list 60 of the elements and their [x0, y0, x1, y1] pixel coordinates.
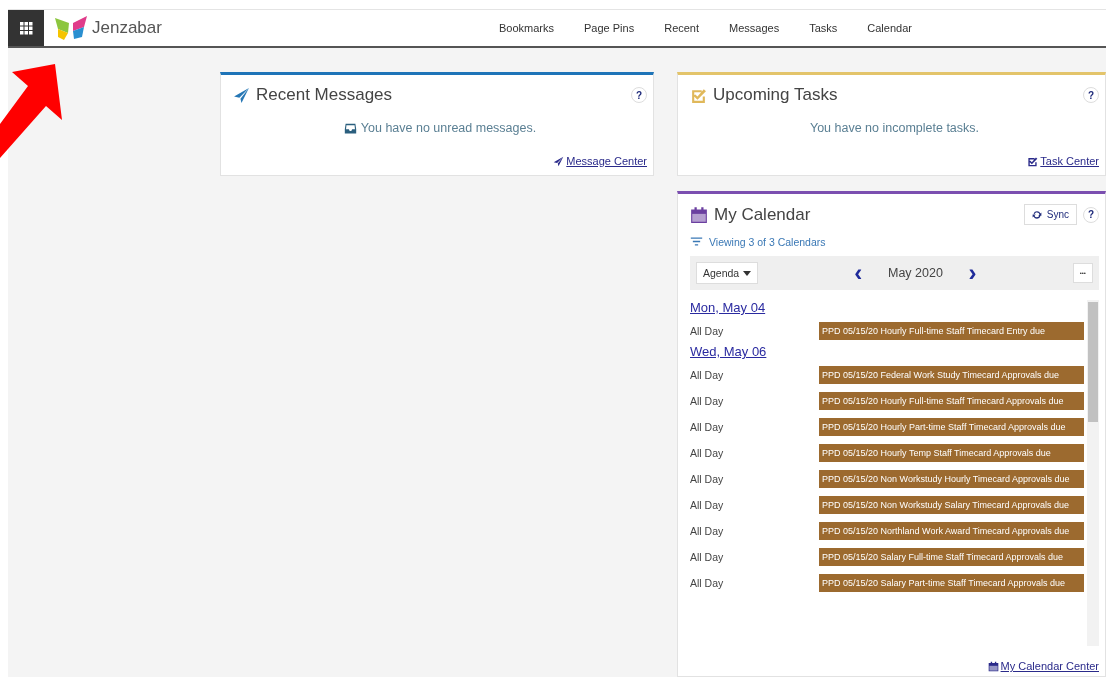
event-bar[interactable]: PPD 05/15/20 Hourly Temp Staff Timecard Approvals due	[819, 444, 1084, 462]
event-time: All Day	[690, 551, 725, 563]
calendar-center-link[interactable]: My Calendar Center	[1000, 660, 1099, 672]
event-bar[interactable]: PPD 05/15/20 Non Workstudy Salary Timecard Approvals due	[819, 496, 1084, 514]
grid-icon	[19, 21, 33, 35]
event-bar[interactable]: PPD 05/15/20 Salary Part-time Staff Timecard Approvals due	[819, 574, 1084, 592]
inbox-icon	[343, 121, 357, 135]
event-time: All Day	[690, 525, 725, 537]
view-dropdown[interactable]: Agenda	[696, 262, 759, 284]
calendar-icon	[987, 660, 999, 672]
event-bar[interactable]: PPD 05/15/20 Northland Work Award Timecard Approvals due	[819, 522, 1084, 540]
app-grid-button[interactable]	[8, 10, 44, 46]
nav-link[interactable]: Bookmarks	[484, 22, 570, 34]
empty-message: You have no incomplete tasks.	[809, 121, 980, 135]
agenda-date-link[interactable]: Mon, May 04	[690, 300, 1084, 315]
nav-link[interactable]: Messages	[714, 22, 795, 34]
previous-month-button[interactable]: ‹	[844, 264, 873, 282]
event-time: All Day	[690, 395, 725, 407]
event-bar[interactable]: PPD 05/15/20 Hourly Full-time Staff Timecard Approvals due	[819, 392, 1084, 410]
scrollbar[interactable]	[1087, 300, 1099, 646]
event-bar[interactable]: PPD 05/15/20 Salary Full-time Staff Timecard Approvals due	[819, 548, 1084, 566]
filter-icon	[690, 235, 703, 248]
checkbox-icon	[1027, 155, 1039, 167]
checkbox-icon	[690, 86, 707, 104]
empty-message: You have no unread messages.	[360, 121, 537, 135]
task-center-link[interactable]: Task Center	[1040, 155, 1099, 167]
card-title: Upcoming Tasks	[713, 85, 839, 105]
butterfly-logo-icon	[54, 15, 88, 41]
event-time: All Day	[690, 499, 725, 511]
nav-link[interactable]: Page Pins	[569, 22, 650, 34]
calendar-filter-link[interactable]: Viewing 3 of 3 Calendars	[709, 235, 826, 248]
help-button[interactable]: ?	[1083, 87, 1099, 103]
month-label: May 2020	[887, 266, 944, 280]
card-title: Recent Messages	[256, 85, 394, 105]
event-time: All Day	[690, 369, 725, 381]
event-time: All Day	[690, 577, 725, 589]
event-bar[interactable]: PPD 05/15/20 Hourly Full-time Staff Timecard Entry due	[819, 322, 1084, 340]
message-center-link[interactable]: Message Center	[566, 155, 647, 167]
event-bar[interactable]: PPD 05/15/20 Federal Work Study Timecard Approvals due	[819, 366, 1084, 384]
help-button[interactable]: ?	[1083, 206, 1099, 223]
nav-link[interactable]: Tasks	[794, 22, 853, 34]
caret-icon	[743, 270, 752, 276]
nav-link[interactable]: Calendar	[852, 22, 927, 34]
nav-link[interactable]: Recent	[649, 22, 715, 34]
agenda-date-link[interactable]: Wed, May 06	[690, 344, 1084, 359]
help-button[interactable]: ?	[631, 87, 647, 103]
calendar-icon	[690, 205, 708, 224]
sync-button[interactable]: Sync	[1023, 204, 1077, 225]
paper-plane-icon	[233, 86, 250, 104]
brand-name: Jenzabar	[92, 18, 162, 38]
next-month-button[interactable]: ›	[958, 264, 987, 282]
sync-icon	[1031, 209, 1042, 220]
card-title: My Calendar	[714, 204, 812, 225]
event-time: All Day	[690, 473, 725, 485]
event-time: All Day	[690, 325, 725, 337]
event-bar[interactable]: PPD 05/15/20 Hourly Part-time Staff Timecard Approvals due	[819, 418, 1084, 436]
event-time: All Day	[690, 447, 725, 459]
event-time: All Day	[690, 421, 725, 433]
event-bar[interactable]: PPD 05/15/20 Non Workstudy Hourly Timecard Approvals due	[819, 470, 1084, 488]
paper-plane-icon	[553, 155, 565, 167]
